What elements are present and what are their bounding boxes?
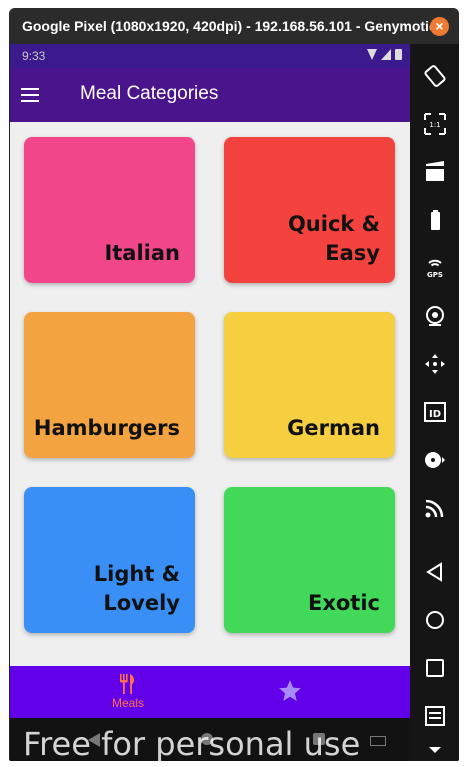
category-tile-german[interactable]: German bbox=[224, 312, 395, 458]
signal-icon bbox=[381, 49, 391, 60]
rotate-icon[interactable] bbox=[423, 64, 447, 88]
identifier-icon[interactable]: ID bbox=[423, 400, 447, 424]
camera-icon[interactable] bbox=[423, 304, 447, 328]
category-label: Light & Lovely bbox=[93, 562, 180, 615]
home-icon[interactable] bbox=[423, 608, 447, 632]
category-tile-hamburgers[interactable]: Hamburgers bbox=[24, 312, 195, 458]
battery-icon bbox=[395, 49, 402, 60]
disk-io-icon[interactable] bbox=[423, 448, 447, 472]
cast-icon[interactable] bbox=[423, 496, 447, 520]
star-icon[interactable] bbox=[277, 678, 303, 704]
category-tile-italian[interactable]: Italian bbox=[24, 137, 195, 283]
category-label: Quick & Easy bbox=[287, 212, 380, 265]
page-title: Meal Categories bbox=[80, 83, 219, 104]
close-window-button[interactable]: × bbox=[430, 17, 449, 36]
recents-icon[interactable] bbox=[423, 656, 447, 680]
hamburger-menu-icon[interactable] bbox=[21, 88, 39, 102]
gps-label: GPS bbox=[427, 271, 443, 279]
move-icon[interactable] bbox=[423, 352, 447, 376]
emulator-toolbar: 1:1 GPS ID bbox=[410, 44, 459, 761]
emulator-window: Google Pixel (1080x1920, 420dpi) - 192.1… bbox=[9, 8, 459, 761]
pixel-perfect-icon[interactable]: 1:1 bbox=[423, 112, 447, 136]
status-bar: 9:33 bbox=[10, 44, 410, 68]
one-to-one-label: 1:1 bbox=[429, 121, 440, 129]
window-title: Google Pixel (1080x1920, 420dpi) - 192.1… bbox=[21, 18, 447, 34]
category-label: Exotic bbox=[307, 591, 380, 615]
phone-screen: 9:33 Meal Categories Italian Quick & Eas… bbox=[10, 44, 410, 761]
battery-icon[interactable] bbox=[423, 208, 447, 232]
id-label: ID bbox=[429, 409, 441, 420]
category-label: Italian bbox=[104, 241, 180, 265]
category-grid: Italian Quick & Easy Hamburgers German L… bbox=[10, 122, 410, 662]
fork-knife-icon bbox=[120, 674, 135, 694]
nav-tab-label: Meals bbox=[111, 696, 144, 710]
menu-icon[interactable] bbox=[423, 704, 447, 728]
wifi-icon bbox=[367, 49, 377, 60]
bottom-navigation: Meals bbox=[10, 666, 410, 718]
watermark-text: Free for personal use bbox=[23, 725, 361, 761]
status-time: 9:33 bbox=[22, 49, 46, 63]
window-titlebar: Google Pixel (1080x1920, 420dpi) - 192.1… bbox=[9, 8, 459, 44]
app-bar: Meal Categories bbox=[10, 68, 410, 122]
back-icon[interactable] bbox=[423, 560, 447, 584]
nav-tab-meals[interactable]: Meals bbox=[95, 674, 161, 716]
category-tile-exotic[interactable]: Exotic bbox=[224, 487, 395, 633]
gps-icon[interactable]: GPS bbox=[423, 256, 447, 280]
chevron-down-icon[interactable] bbox=[423, 738, 447, 761]
category-tile-light-lovely[interactable]: Light & Lovely bbox=[24, 487, 195, 633]
screencast-icon[interactable] bbox=[423, 160, 447, 184]
keyboard-icon[interactable] bbox=[370, 736, 386, 746]
category-label: Hamburgers bbox=[33, 416, 180, 440]
category-label: German bbox=[287, 416, 380, 440]
category-tile-quick-easy[interactable]: Quick & Easy bbox=[224, 137, 395, 283]
